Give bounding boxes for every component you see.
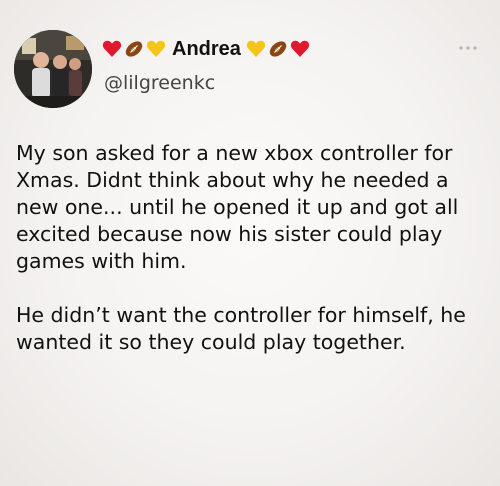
post-paragraph: He didn’t want the controller for himsel… <box>16 303 466 354</box>
football-icon <box>124 39 144 59</box>
avatar-photo <box>14 30 92 108</box>
name-row: Andrea <box>102 36 312 62</box>
post-text: My son asked for a new xbox controller f… <box>16 140 486 356</box>
display-name[interactable]: Andrea <box>172 38 241 61</box>
avatar[interactable] <box>14 30 92 108</box>
post-header: Andrea @lilgreenkc <box>14 30 486 110</box>
post-paragraph: My son asked for a new xbox controller f… <box>16 141 459 273</box>
post-card: Andrea @lilgreenkc My son asked for a ne… <box>0 0 500 486</box>
yellow-heart-icon <box>146 39 166 59</box>
more-options-icon[interactable] <box>458 44 478 52</box>
football-icon <box>268 39 288 59</box>
red-heart-icon <box>290 39 310 59</box>
red-heart-icon <box>102 39 122 59</box>
user-handle[interactable]: @lilgreenkc <box>104 72 215 94</box>
yellow-heart-icon <box>246 39 266 59</box>
